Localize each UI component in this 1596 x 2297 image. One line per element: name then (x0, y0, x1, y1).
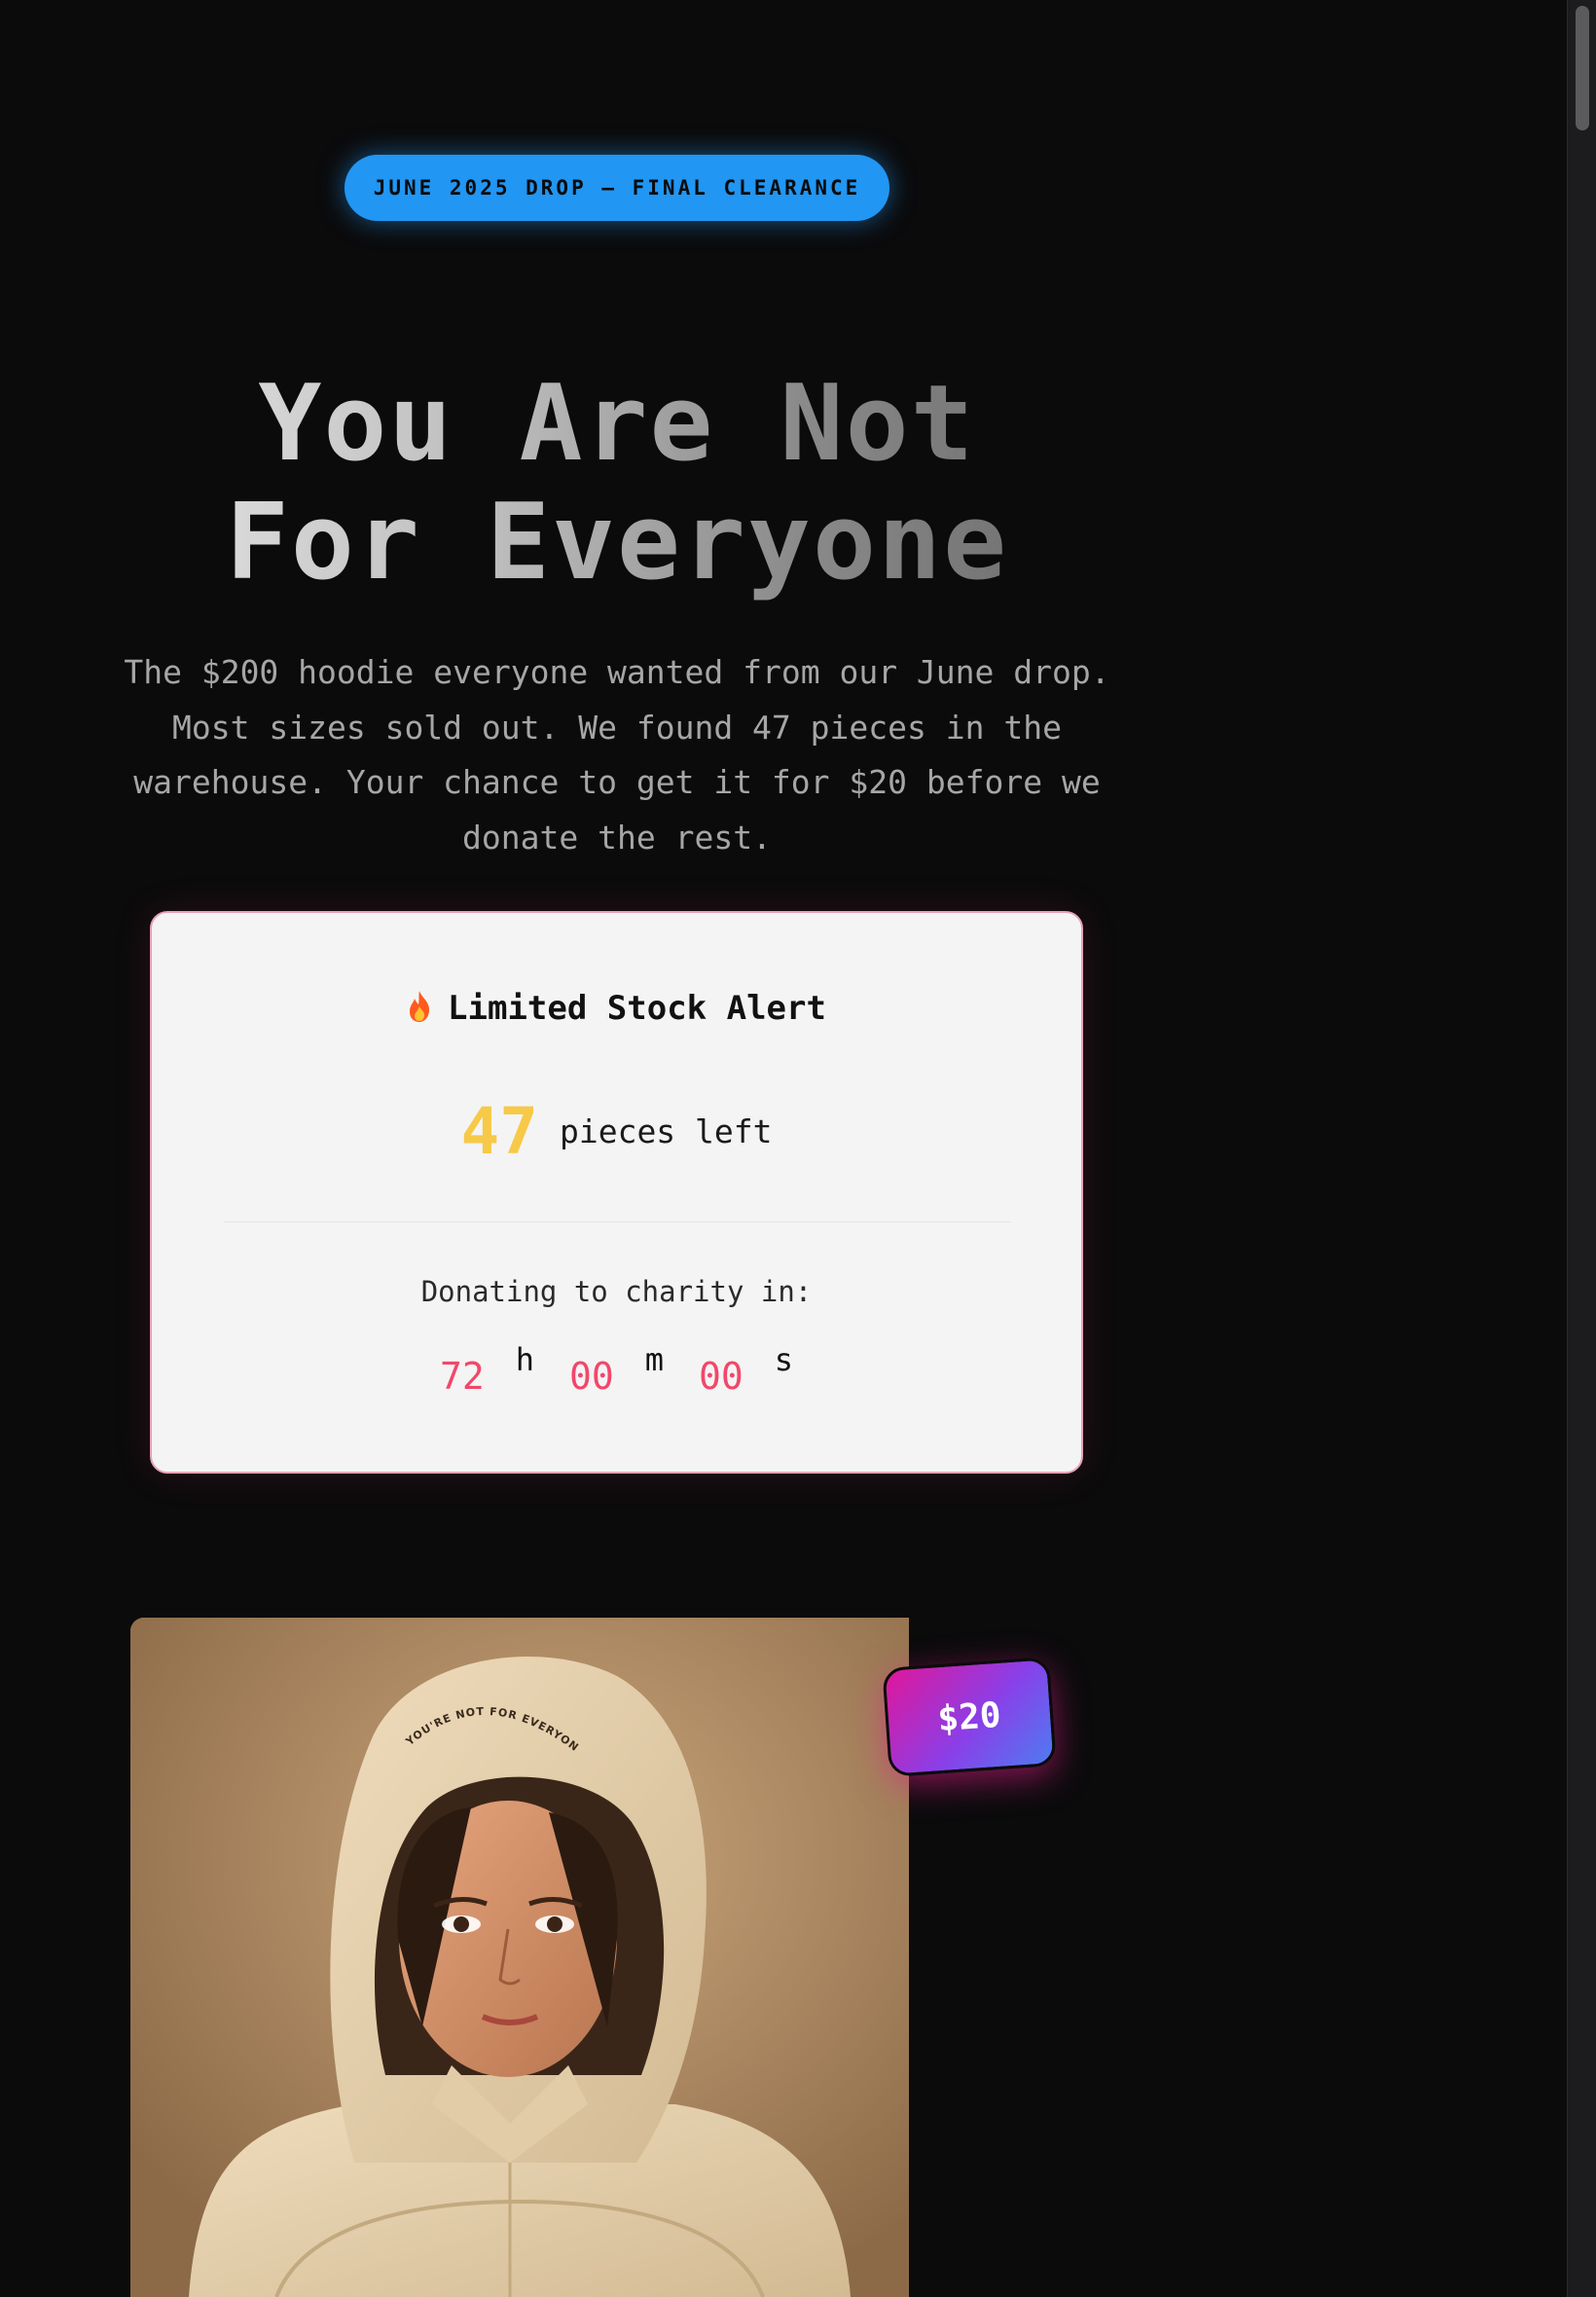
stock-alert-card: Limited Stock Alert 47 pieces left Donati… (150, 911, 1083, 1474)
card-divider (224, 1221, 1011, 1222)
stock-count: 47 (460, 1094, 538, 1169)
price-value: $20 (936, 1695, 1002, 1739)
page: JUNE 2025 DROP – FINAL CLEARANCE You Are… (0, 0, 1596, 2297)
price-tag: $20 (882, 1657, 1057, 1777)
countdown-timer: 72 h 00 m 00 s (152, 1341, 1081, 1398)
countdown-minutes: 00 (568, 1355, 614, 1398)
title-line-1: You Are Not (258, 363, 976, 485)
drop-badge-text: JUNE 2025 DROP – FINAL CLEARANCE (373, 176, 861, 200)
countdown-minutes-unit: m (644, 1341, 665, 1378)
countdown-seconds: 00 (699, 1355, 744, 1398)
stock-count-row: 47 pieces left (152, 1094, 1081, 1169)
stock-alert-title: Limited Stock Alert (448, 989, 826, 1028)
stock-count-label: pieces left (559, 1112, 773, 1150)
countdown-hours: 72 (439, 1355, 485, 1398)
stock-alert-heading: Limited Stock Alert (152, 989, 1081, 1028)
page-title: You Are Not For Everyone (0, 365, 1234, 602)
scrollbar-thumb[interactable] (1576, 6, 1589, 130)
product-photo: YOU'RE NOT FOR EVERYONE (130, 1618, 909, 2297)
flame-icon (407, 990, 432, 1023)
countdown-hours-unit: h (515, 1341, 534, 1378)
vertical-scrollbar[interactable] (1567, 0, 1596, 2297)
donate-label: Donating to charity in: (420, 1275, 813, 1308)
product-description: The $200 hoodie everyone wanted from our… (124, 653, 1110, 857)
title-line-2: For Everyone (225, 482, 1009, 603)
drop-badge: JUNE 2025 DROP – FINAL CLEARANCE (345, 155, 889, 221)
countdown-seconds-unit: s (774, 1341, 794, 1378)
